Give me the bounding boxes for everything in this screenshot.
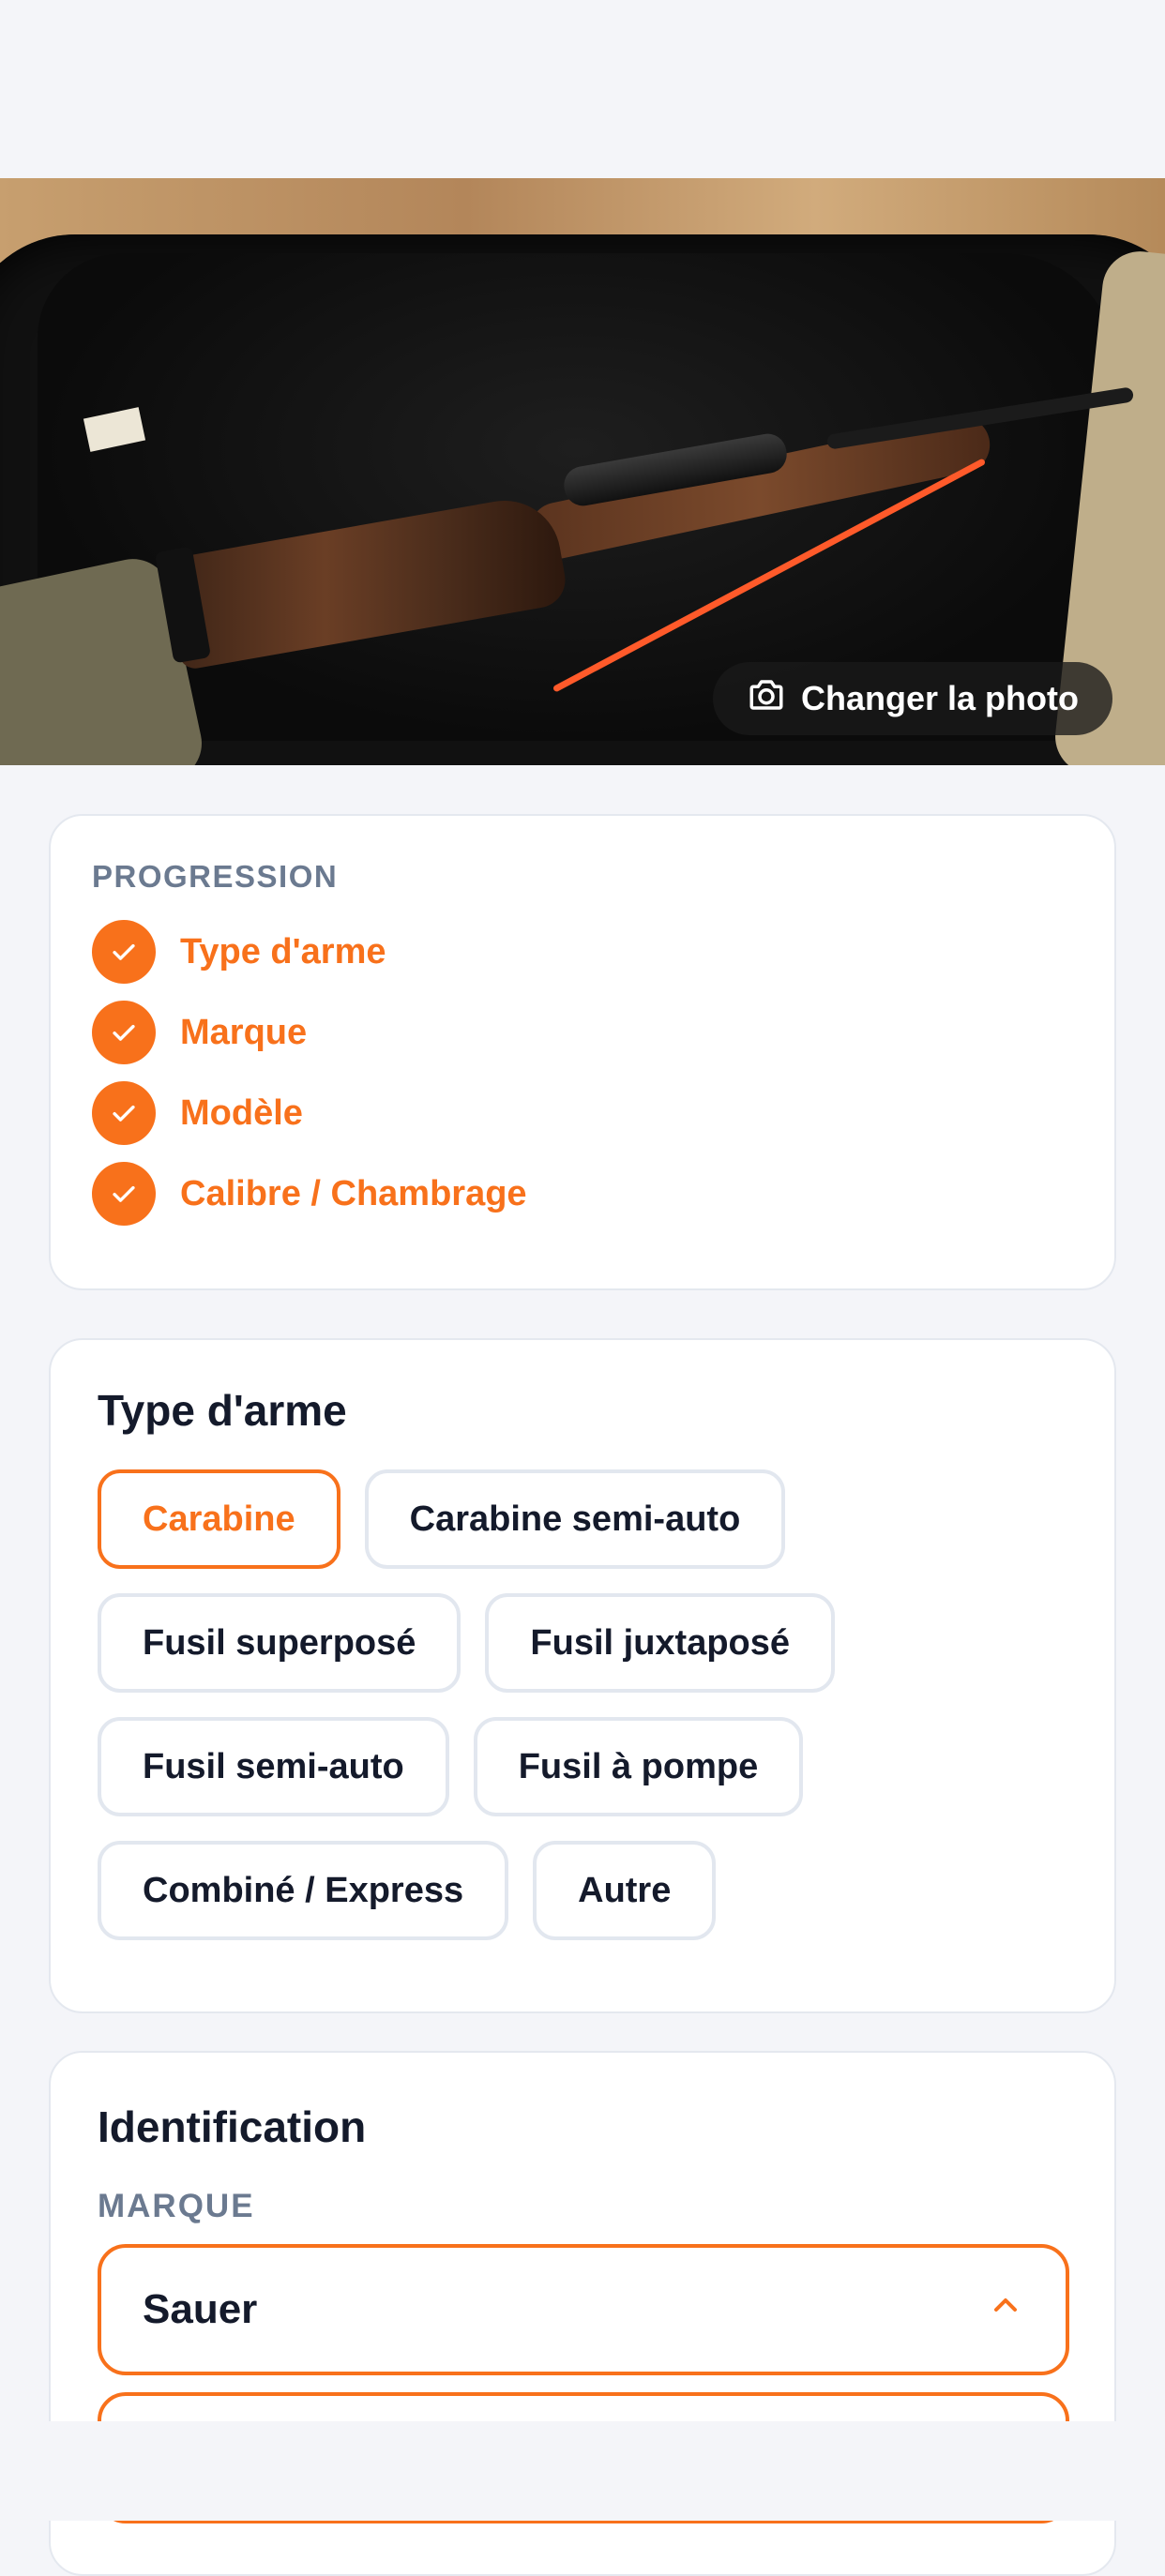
brand-label: MARQUE xyxy=(98,2188,255,2224)
change-photo-label: Changer la photo xyxy=(801,679,1079,717)
progress-step-label: Modèle xyxy=(180,1092,303,1133)
weapon-type-card: Type d'arme Carabine Carabine semi-auto … xyxy=(49,1338,1116,2013)
identification-title: Identification xyxy=(98,2102,367,2151)
chip-combine-express[interactable]: Combiné / Express xyxy=(98,1841,509,1940)
chip-fusil-juxtapose[interactable]: Fusil juxtaposé xyxy=(485,1593,836,1693)
progress-step: Modèle xyxy=(92,1073,1073,1153)
progress-step-label: Calibre / Chambrage xyxy=(180,1173,527,1213)
progress-title: PROGRESSION xyxy=(92,859,339,894)
chip-carabine[interactable]: Carabine xyxy=(98,1469,340,1569)
progress-step-label: Type d'arme xyxy=(180,931,386,972)
check-icon xyxy=(92,1081,156,1145)
progress-step: Marque xyxy=(92,992,1073,1073)
check-icon xyxy=(92,920,156,984)
weapon-type-options: Carabine Carabine semi-auto Fusil superp… xyxy=(98,1469,1073,1940)
weapon-photo: Changer la photo xyxy=(0,178,1165,765)
change-photo-button[interactable]: Changer la photo xyxy=(713,662,1112,735)
camera-icon xyxy=(747,675,786,723)
chip-fusil-superpose[interactable]: Fusil superposé xyxy=(98,1593,461,1693)
brand-value: Sauer xyxy=(143,2286,258,2332)
progress-step-label: Marque xyxy=(180,1012,308,1052)
chip-fusil-a-pompe[interactable]: Fusil à pompe xyxy=(473,1717,804,1816)
progress-card: PROGRESSION Type d'arme Marque Modèle Ca… xyxy=(49,814,1116,1290)
weapon-type-title: Type d'arme xyxy=(98,1386,347,1435)
progress-step: Type d'arme xyxy=(92,911,1073,992)
check-icon xyxy=(92,1001,156,1064)
progress-step: Calibre / Chambrage xyxy=(92,1153,1073,1234)
brand-select[interactable]: Sauer xyxy=(98,2244,1069,2375)
chip-autre[interactable]: Autre xyxy=(533,1841,717,1940)
check-icon xyxy=(92,1162,156,1226)
bottom-area xyxy=(0,2421,1165,2521)
chip-fusil-semi-auto[interactable]: Fusil semi-auto xyxy=(98,1717,449,1816)
chip-carabine-semi-auto[interactable]: Carabine semi-auto xyxy=(364,1469,786,1569)
chevron-up-icon xyxy=(987,2286,1024,2334)
top-safe-area xyxy=(0,0,1165,178)
